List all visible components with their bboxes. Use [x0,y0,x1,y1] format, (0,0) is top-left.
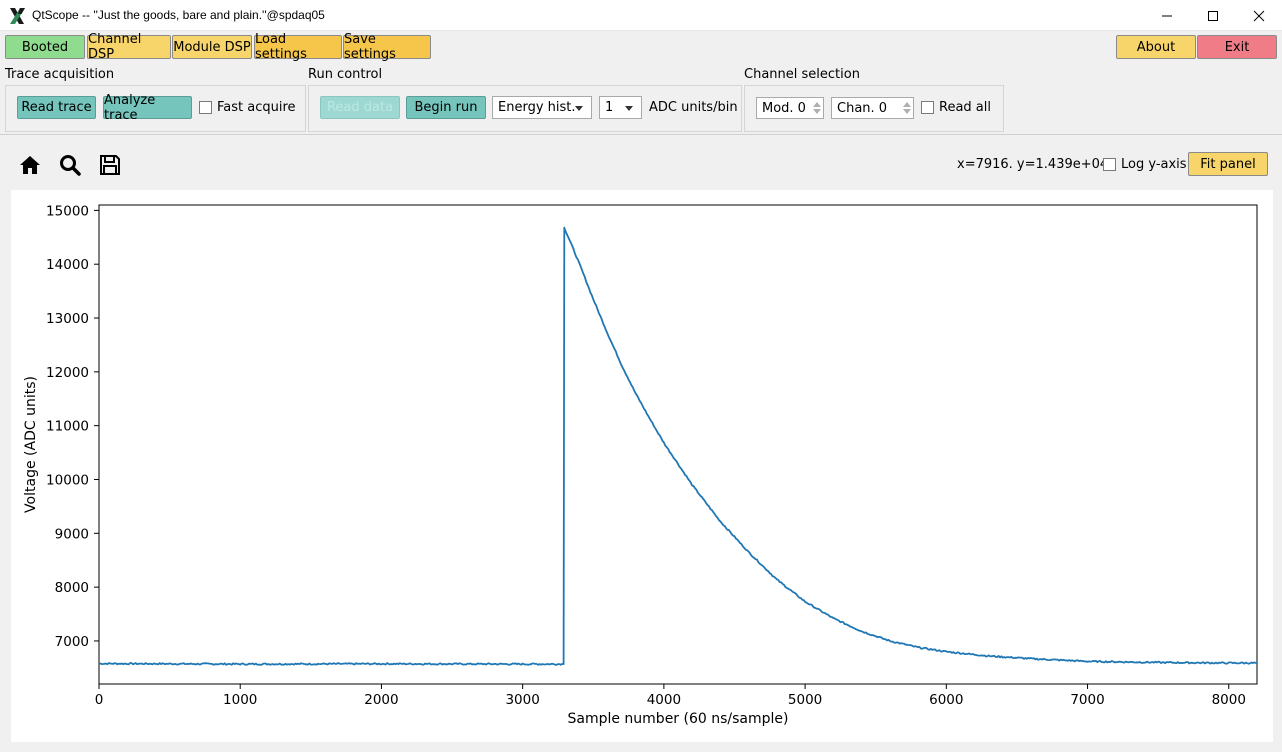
spin-down-icon[interactable] [813,109,821,114]
channel-selection-title: Channel selection [744,67,860,82]
log-y-axis-label: Log y-axis [1121,157,1187,172]
chevron-down-icon [575,106,583,111]
begin-run-button[interactable]: Begin run [406,96,486,119]
y-tick-label: 12000 [46,365,89,381]
toolbar-separator [0,134,1282,135]
trace-series-line [98,226,1258,666]
analyze-trace-button[interactable]: Analyze trace [103,93,192,123]
y-tick-label: 14000 [46,257,89,273]
y-tick-label: 7000 [55,634,89,650]
window-title: QtScope -- ''Just the goods, bare and pl… [32,8,325,22]
spin-up-icon[interactable] [813,102,821,107]
x-tick-label: 1000 [223,692,257,708]
x-tick-label: 0 [95,692,104,708]
y-axis-label: Voltage (ADC units) [23,376,39,513]
load-settings-button[interactable]: Load settings [254,32,342,62]
module-value: Mod. 0 [762,100,806,116]
x-tick-label: 6000 [929,692,963,708]
booted-button[interactable]: Booted [5,35,85,59]
x-axis-label: Sample number (60 ns/sample) [567,711,788,727]
x-logo-icon [10,8,25,24]
close-icon [1253,10,1265,21]
x-tick-label: 3000 [505,692,539,708]
save-settings-button[interactable]: Save settings [343,32,431,62]
y-tick-label: 10000 [46,472,89,488]
y-tick-label: 15000 [46,203,89,219]
y-tick-label: 8000 [55,580,89,596]
read-all-label: Read all [939,100,991,115]
histogram-type-value: Energy hist. [498,100,576,115]
channel-dsp-button[interactable]: Channel DSP [87,32,171,62]
y-tick-label: 11000 [46,419,89,435]
module-dsp-button[interactable]: Module DSP [172,35,252,59]
x-tick-label: 7000 [1070,692,1104,708]
coordinate-readout: x=7916. y=1.439e+04 [957,157,1109,172]
exit-button[interactable]: Exit [1197,35,1277,59]
fast-acquire-checkbox[interactable] [199,101,212,114]
x-tick-label: 8000 [1212,692,1246,708]
trace-acquisition-title: Trace acquisition [5,67,115,82]
axes-frame [98,204,1258,685]
trace-chart-svg: 0 1000 2000 3000 4000 5000 6000 7000 8000 7000 800… [23,203,1258,727]
channel-spinbox[interactable]: Chan. 0 [831,97,914,119]
spin-up-icon[interactable] [903,102,911,107]
trace-plot[interactable]: 0 1000 2000 3000 4000 5000 6000 7000 8000 7000 800… [11,190,1273,742]
module-spinbox[interactable]: Mod. 0 [756,97,824,119]
home-icon[interactable] [18,153,42,177]
fast-acquire-label: Fast acquire [217,100,296,115]
read-all-checkbox[interactable] [921,101,934,114]
about-button[interactable]: About [1116,35,1196,59]
x-tick-label: 4000 [647,692,681,708]
y-tick-label: 13000 [46,311,89,327]
zoom-icon[interactable] [58,153,82,177]
chevron-down-icon [625,106,633,111]
histogram-type-select[interactable]: Energy hist. [492,96,592,119]
bin-units-label: ADC units/bin [649,100,738,115]
minimize-button[interactable] [1144,0,1190,31]
log-y-axis-checkbox[interactable] [1103,158,1116,171]
maximize-button[interactable] [1190,0,1236,31]
x-tick-label: 5000 [788,692,822,708]
maximize-icon [1208,10,1218,21]
run-control-title: Run control [308,67,383,82]
save-icon[interactable] [98,153,122,177]
bin-size-value: 1 [605,100,614,115]
bin-size-select[interactable]: 1 [599,96,642,119]
spin-down-icon[interactable] [903,109,911,114]
fit-panel-button[interactable]: Fit panel [1188,152,1268,176]
read-trace-button[interactable]: Read trace [17,96,96,119]
read-data-button[interactable]: Read data [320,96,400,119]
channel-value: Chan. 0 [837,100,888,116]
title-bar: QtScope -- ''Just the goods, bare and pl… [0,0,1282,31]
close-button[interactable] [1236,0,1282,31]
x-tick-label: 2000 [364,692,398,708]
y-tick-label: 9000 [55,526,89,542]
minimize-icon [1162,15,1172,16]
